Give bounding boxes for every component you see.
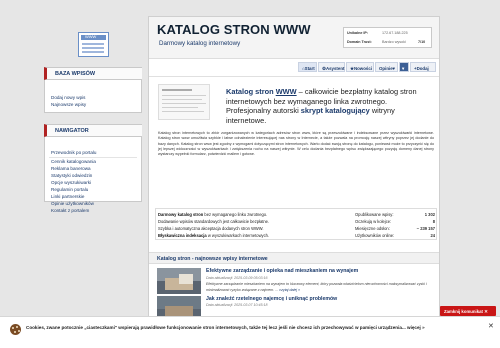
info-key: Unikalne IP: [347,31,369,35]
navigator-panel-title: NAWIGATOR [44,124,142,137]
sidebar-link-latest[interactable]: Najnowsze wpisy [51,102,86,107]
tab-label: Asystent [325,65,345,71]
article-thumbnail[interactable] [157,268,201,294]
latest-entries-heading: Katalog stron - najnowsze wpisy internet… [149,252,439,264]
sidebar-link-rules[interactable]: Regulamin portalu [51,187,88,192]
sidebar-link-reviews[interactable]: Opinie użytkowników [51,201,94,206]
page-subtitle: Darmowy katalog internetowy [159,40,241,47]
feature-bold: Błyskawiczna indeksacja [158,233,207,238]
divider [149,76,439,77]
info-value: 172.67.188.225 [382,31,408,35]
stat-label: Użytkowników online: [355,233,395,238]
feature-text: bez wymaganego linku zwrotnego. [203,212,268,217]
feature-item: Dodawanie wpisów standardowych jest całk… [158,219,269,224]
info-value-trust: Bardzo wysoki [382,40,406,44]
stat-value: ~ 239 157 [416,226,435,231]
site-preview-image [158,84,210,120]
intro-www[interactable]: WWW [276,87,297,96]
tab-more[interactable]: ▾ [399,62,409,72]
chevron-down-icon: ▾ [392,65,395,71]
info-row-ip: Unikalne IP: [347,31,368,35]
domain-info-box: Unikalne IP: 172.67.188.225 Domain Trust… [343,27,432,48]
preview-line [162,89,192,91]
feature-text: Szybka i automatyczna akceptacja dodanyc… [158,226,264,231]
feature-item: Szybka i automatyczna akceptacja dodanyc… [158,226,264,231]
article-excerpt: Efektywne zarządzanie mieszkaniem na wyn… [206,282,432,293]
cookie-icon [10,324,21,335]
excerpt-text: Efektywne zarządzanie mieszkaniem na wyn… [206,282,427,292]
stat-value: 1 302 [424,212,435,217]
tab-label: Start [304,65,315,71]
info-trust-score: 7/10 [418,40,425,44]
tab-add[interactable]: +Dodaj [410,62,436,72]
article-title[interactable]: Jak znaleźć rzetelnego najemcę i uniknąć… [206,296,337,302]
close-icon: ✕ [484,308,488,314]
feature-item: Błyskawiczna indeksacja w wyszukiwarkach… [158,233,269,238]
chevron-down-icon: ▾ [402,65,405,71]
sidebar-link-stats[interactable]: Statystyki odwiedzin [51,173,92,178]
article-date: Data aktualizacji: 2025-03-09 05:03:16 [206,276,268,280]
sidebar-link-pricing[interactable]: Cennik katalogowania [51,159,96,164]
page-title[interactable]: KATALOG STRON WWW [157,22,311,37]
logo-line [82,51,104,53]
preview-line [162,99,202,100]
site-logo[interactable]: WWW [78,32,109,57]
tab-news[interactable]: ★Nowości [346,62,374,72]
close-cookie-label: Zamknij komunikat [444,308,483,314]
tab-label: Nowości [353,65,372,71]
stat-label: Opublikowane wpisy: [355,212,394,217]
intro-text: Katalog stron WWW – całkowicie bezpłatny… [226,87,430,125]
cookie-message: Cookies, zwane potocznie „ciasteczkami" … [26,325,425,330]
info-row-trust: Domain Trust: [347,40,372,44]
preview-line [162,95,206,96]
feature-bold: Darmowy katalog stron [158,212,204,217]
article-title[interactable]: Efektywne zarządzanie i opieka nad miesz… [206,268,358,274]
close-cookie-button[interactable]: Zamknij komunikat ✕ [440,306,496,316]
preview-line [162,107,198,108]
sidebar-link-banners[interactable]: Reklama banerowa [51,166,91,171]
preview-line [162,103,206,104]
sidebar-link-partners[interactable]: Linki partnerskie [51,194,84,199]
divider [49,157,137,158]
sidebar-link-contact[interactable]: Kontakt z portalem [51,208,89,213]
feature-text: Dodawanie wpisów standardowych jest całk… [158,219,270,224]
feature-item: Darmowy katalog stron bez wymaganego lin… [158,212,267,217]
cookie-banner: Cookies, zwane potocznie „ciasteczkami" … [0,316,500,348]
stat-value: 24 [430,233,435,238]
tab-reviews[interactable]: Opinie▾ [375,62,398,72]
article-date: Data aktualizacji: 2025-03-07 10:45:18 [206,303,268,307]
search-panel-title: BAZA WPISÓW [44,67,142,80]
intro-part1: Katalog stron [226,87,276,96]
info-key: Domain Trust: [347,40,372,44]
tab-label: Opinie [379,65,393,71]
trust-score: 7/10 [418,40,426,44]
sidebar-link-search-options[interactable]: Opcje wyszukiwarki [51,180,91,185]
close-icon[interactable]: ✕ [488,322,494,330]
logo-line [82,47,104,49]
sidebar-link-guide[interactable]: Przewodnik po portalu [51,150,96,155]
tab-assistant[interactable]: ⚙Asystent [318,62,345,72]
info-value: Bardzo wysoki [382,40,406,44]
preview-line [162,111,204,112]
info-value-ip: 172.67.188.225 [382,31,408,35]
tab-label: Dodaj [416,65,429,71]
tab-start[interactable]: ⌂Start [298,62,317,72]
sidebar-link-add-entry[interactable]: Dodaj nowy wpis [51,95,85,100]
logo-text: WWW [85,34,97,39]
intro-bold: skrypt katalogujący [300,106,370,116]
thumb-shape [179,274,193,284]
feature-text: w wyszukiwarkach internetowych. [206,233,270,238]
logo-line [82,43,104,45]
catalog-description: Katalog stron internetowych to zbiór zor… [158,131,434,157]
stat-label: Miesięczne odsłon: [355,226,390,231]
stat-value: 8 [432,219,435,224]
read-more-link[interactable]: czytaj dalej » [279,288,300,292]
stat-label: Oczekują w kolejce: [355,219,392,224]
